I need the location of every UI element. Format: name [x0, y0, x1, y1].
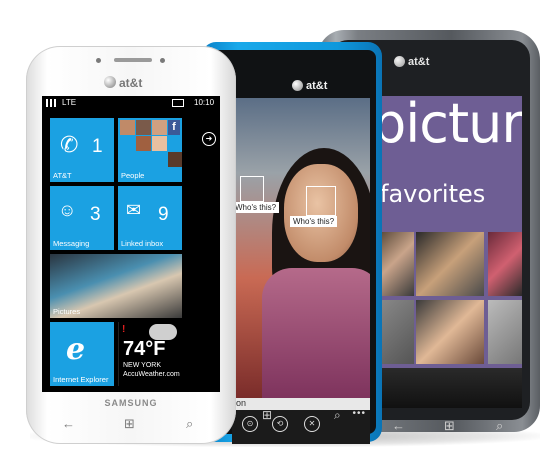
- tile-count: 1: [92, 136, 103, 157]
- photo-thumbnail[interactable]: [380, 300, 414, 364]
- att-globe-icon: [104, 76, 116, 88]
- photo-subject-body: [262, 268, 370, 398]
- rotate-button-icon[interactable]: ⟲: [272, 416, 288, 432]
- weather-city: NEW YORK: [123, 362, 161, 369]
- tile-linked-inbox[interactable]: ✉ 9 Linked inbox: [118, 186, 182, 250]
- photo-viewer-screen: Who's this? Who's this?: [232, 98, 370, 398]
- face-tag-box[interactable]: [306, 186, 336, 216]
- contact-photo: [120, 120, 135, 135]
- smiley-icon: ☺: [58, 200, 77, 220]
- more-dots-icon[interactable]: •••: [352, 408, 366, 419]
- photo-thumbnail[interactable]: [488, 232, 522, 296]
- tile-people[interactable]: f People: [118, 118, 182, 182]
- start-key-icon[interactable]: ⊞: [262, 408, 272, 422]
- mail-icon: ✉: [126, 200, 142, 220]
- tile-label: Internet Explorer: [53, 375, 109, 384]
- start-screen: LTE 10:10 ✆ 1 AT&T f People ☺ 3 Messagin…: [42, 96, 220, 392]
- att-globe-icon: [292, 80, 303, 91]
- tile-label: AT&T: [53, 171, 72, 180]
- contact-photo: [152, 136, 167, 151]
- hardware-nav-keys: ← ⊞ ⌕: [380, 418, 522, 438]
- photo-thumbnail[interactable]: [380, 368, 522, 408]
- hub-subtitle: favorites: [380, 180, 486, 208]
- tile-label: People: [121, 171, 145, 180]
- clock: 10:10: [194, 98, 215, 107]
- search-key-icon[interactable]: ⌕: [334, 408, 341, 423]
- phone-icon: ✆: [60, 132, 79, 157]
- delete-button-icon[interactable]: ✕: [304, 416, 320, 432]
- back-key-icon[interactable]: ←: [392, 418, 405, 433]
- pictures-hub-screen: pictures favorites: [380, 96, 522, 408]
- phone-white: at&t LTE 10:10 ✆ 1 AT&T f People ☺ 3 Mes…: [26, 46, 236, 444]
- carrier-logo: at&t: [119, 76, 143, 90]
- contact-photo: [168, 152, 182, 167]
- weather-temperature: 74°F: [123, 338, 166, 360]
- sensor-dot: [96, 58, 101, 63]
- tile-internet-explorer[interactable]: e Internet Explorer: [50, 322, 114, 386]
- app-bar: on ⊙ ⟲ ✕ •••: [232, 398, 370, 444]
- tile-label: Pictures: [53, 307, 81, 316]
- tile-pictures[interactable]: Pictures: [50, 254, 182, 318]
- carrier-logo: at&t: [408, 56, 430, 68]
- tile-messaging[interactable]: ☺ 3 Messaging: [50, 186, 114, 250]
- tile-label: Messaging: [53, 239, 90, 248]
- signal-icon: [46, 99, 56, 107]
- app-list-arrow-icon[interactable]: ➜: [202, 132, 216, 146]
- photo-thumbnail[interactable]: [488, 300, 522, 364]
- tile-label: Linked inbox: [121, 239, 164, 248]
- weather-alert-icon: !: [122, 324, 126, 335]
- front-camera: [160, 58, 165, 63]
- tile-count: 3: [90, 204, 101, 225]
- att-globe-icon: [394, 56, 405, 67]
- maker-logo: SAMSUNG: [104, 398, 158, 408]
- contact-photo: [136, 136, 151, 151]
- ie-icon: e: [66, 332, 86, 367]
- tile-phone[interactable]: ✆ 1 AT&T: [50, 118, 114, 182]
- caption-strip: [232, 398, 370, 410]
- facebook-icon: f: [168, 120, 180, 135]
- status-bar: LTE 10:10: [42, 96, 220, 110]
- caption-text: on: [236, 398, 247, 408]
- photo-thumbnail[interactable]: [380, 232, 414, 296]
- start-key-icon[interactable]: ⊞: [444, 418, 455, 434]
- tile-count: 9: [158, 204, 169, 225]
- tile-weather[interactable]: ! 74°F NEW YORK AccuWeather.com: [118, 322, 183, 386]
- carrier-logo: at&t: [306, 80, 328, 92]
- face-tag-label[interactable]: Who's this?: [290, 216, 338, 227]
- face-tag-box[interactable]: [240, 176, 264, 202]
- network-type: LTE: [62, 98, 77, 107]
- hub-title: pictures: [380, 96, 522, 155]
- camera-button-icon[interactable]: ⊙: [242, 416, 258, 432]
- start-key-icon[interactable]: ⊞: [124, 416, 135, 432]
- back-key-icon[interactable]: ←: [62, 416, 75, 431]
- face-tag-label[interactable]: Who's this?: [232, 202, 280, 213]
- contact-photo: [136, 120, 151, 135]
- battery-icon: [172, 99, 184, 107]
- contact-photo: [152, 120, 167, 135]
- weather-source: AccuWeather.com: [123, 371, 180, 378]
- photo-thumbnail[interactable]: [416, 300, 484, 364]
- photo-thumbnail[interactable]: [416, 232, 484, 296]
- search-key-icon[interactable]: ⌕: [186, 416, 193, 432]
- earpiece: [114, 58, 152, 62]
- search-key-icon[interactable]: ⌕: [496, 418, 503, 434]
